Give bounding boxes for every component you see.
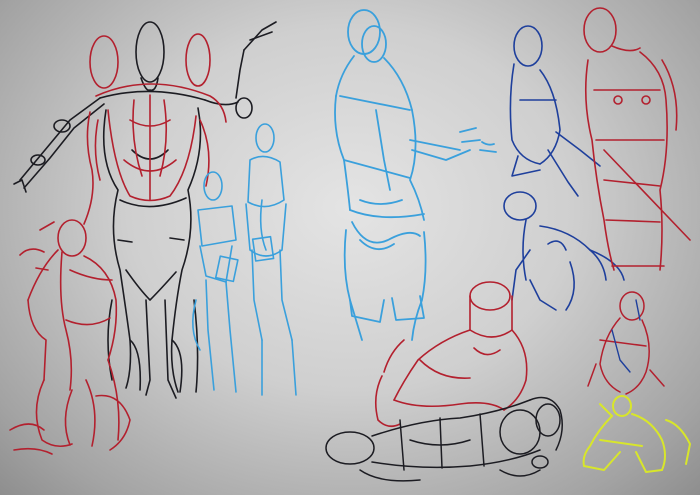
yellow-crouching-figure xyxy=(582,395,691,473)
small-crouching-figure xyxy=(587,291,665,395)
black-lying-figure xyxy=(325,396,563,482)
red-right-figure xyxy=(583,7,691,271)
red-crouching-figure xyxy=(9,219,131,455)
figure-sketches xyxy=(9,7,691,482)
black-standing-figure xyxy=(13,21,277,399)
dark-blue-figures xyxy=(503,25,625,311)
red-torso-overlay xyxy=(83,33,227,225)
red-seated-figure xyxy=(374,281,528,428)
sketch-canvas xyxy=(0,0,700,495)
small-crouching-figure-blue xyxy=(611,299,641,373)
